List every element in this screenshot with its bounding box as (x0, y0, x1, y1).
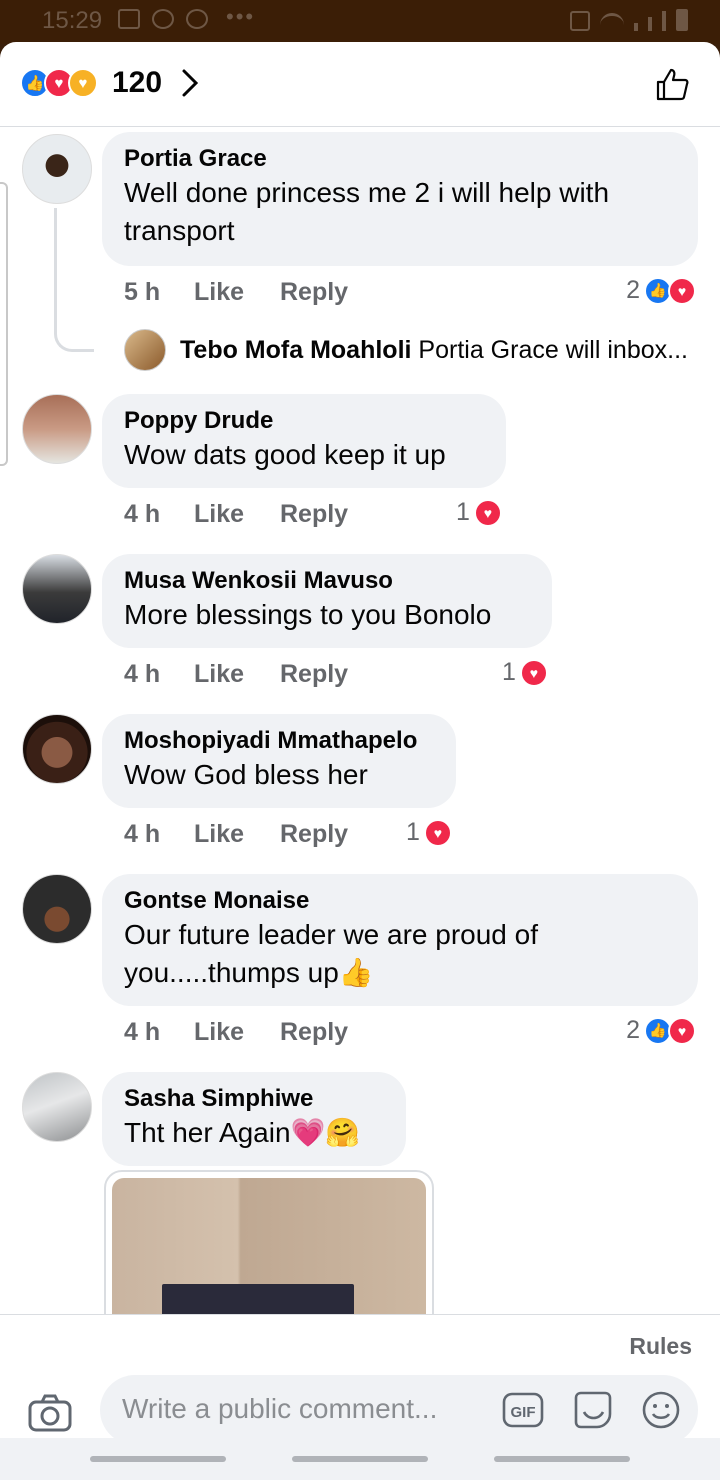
avatar[interactable] (22, 714, 92, 784)
reply-author: Tebo Mofa Moahloli (180, 335, 412, 364)
comment-time: 4 h (124, 820, 161, 848)
scroll-edge (0, 182, 8, 466)
love-reaction-icon: ♥ (519, 658, 548, 687)
nav-back[interactable] (494, 1456, 630, 1462)
reactions-header: 👍 ♥ ♥ 120 (0, 42, 720, 127)
comments-sheet: 👍 ♥ ♥ 120 Portia Grace Well done princes… (0, 42, 720, 1480)
comment-input[interactable]: Write a public comment... GIF (100, 1375, 698, 1445)
love-reaction-icon: ♥ (423, 818, 452, 847)
comment-time: 5 h (124, 278, 161, 306)
gesture-navigation-bar (0, 1438, 720, 1480)
comment-time: 4 h (124, 500, 161, 528)
comment-bubble[interactable]: Poppy Drude Wow dats good keep it up (102, 394, 506, 488)
system-icons (570, 9, 688, 31)
comment-author[interactable]: Moshopiyadi Mmathapelo (124, 726, 436, 756)
reply-thread-line (54, 208, 94, 352)
love-reaction-icon: ♥ (668, 1016, 696, 1045)
comment-actions: 4 h Like Reply (124, 1018, 348, 1047)
comment-bubble[interactable]: Portia Grace Well done princess me 2 i w… (102, 132, 698, 266)
reply-button[interactable]: Reply (280, 820, 348, 849)
reaction-count: 1 (406, 818, 420, 846)
notification-icons (118, 9, 208, 29)
rules-link[interactable]: Rules (629, 1333, 692, 1360)
avatar[interactable] (22, 1072, 92, 1142)
sticker-icon[interactable] (572, 1390, 614, 1430)
reply-button[interactable]: Reply (280, 1018, 348, 1047)
comment-actions: 5 h Like Reply (124, 278, 348, 307)
comment-bubble[interactable]: Musa Wenkosii Mavuso More blessings to y… (102, 554, 552, 648)
comment-text: Well done princess me 2 i will help with… (124, 177, 610, 246)
comment-reactions[interactable]: 1 ♥ (456, 498, 502, 527)
nav-home[interactable] (292, 1456, 428, 1462)
love-reaction-icon: ♥ (473, 498, 502, 527)
reply-button[interactable]: Reply (280, 660, 348, 689)
avatar[interactable] (22, 874, 92, 944)
reaction-count: 2 (626, 1016, 640, 1044)
sync-notification-icon (186, 9, 208, 29)
chevron-right-icon[interactable] (180, 68, 200, 98)
signal-icon (634, 23, 638, 31)
reply-preview[interactable]: Tebo Mofa Moahloli Portia Grace will inb… (124, 328, 688, 372)
like-button[interactable]: Like (194, 820, 280, 849)
emoji-icon[interactable] (640, 1390, 682, 1430)
comment-reactions[interactable]: 1 ♥ (502, 658, 548, 687)
comment-author[interactable]: Portia Grace (124, 144, 678, 174)
reaction-count[interactable]: 120 (112, 66, 162, 100)
comment-text: More blessings to you Bonolo (124, 599, 492, 630)
status-bar: 15:29 ••• (0, 0, 720, 44)
like-button[interactable]: Like (194, 660, 280, 689)
comment-time: 4 h (124, 660, 161, 688)
reaction-count: 1 (456, 498, 470, 526)
mute-icon (570, 11, 590, 31)
comment-author[interactable]: Poppy Drude (124, 406, 486, 436)
comment-author[interactable]: Gontse Monaise (124, 886, 678, 916)
signal-icon (648, 17, 652, 31)
nav-recents[interactable] (90, 1456, 226, 1462)
comment-text: Wow God bless her (124, 759, 368, 790)
comment-text: Wow dats good keep it up (124, 439, 446, 470)
battery-icon (676, 9, 688, 31)
comment-reactions[interactable]: 2 👍 ♥ (626, 1016, 696, 1045)
comment-time: 4 h (124, 1018, 161, 1046)
reaction-count: 1 (502, 658, 516, 686)
reaction-summary[interactable]: 👍 ♥ ♥ (20, 68, 98, 98)
comment-reactions[interactable]: 2 👍 ♥ (626, 276, 696, 305)
avatar[interactable] (22, 394, 92, 464)
like-button[interactable]: Like (194, 278, 280, 307)
comment-author[interactable]: Sasha Simphiwe (124, 1084, 386, 1114)
comment-reactions[interactable]: 1 ♥ (406, 818, 452, 847)
gif-icon[interactable]: GIF (502, 1390, 544, 1430)
comment-bubble[interactable]: Sasha Simphiwe Tht her Again💗🤗 (102, 1072, 406, 1166)
comment-photo[interactable] (104, 1170, 434, 1320)
comment-bubble[interactable]: Gontse Monaise Our future leader we are … (102, 874, 698, 1006)
care-reaction-icon: ♥ (68, 68, 98, 98)
comment-text: Tht her Again💗🤗 (124, 1117, 361, 1148)
reply-button[interactable]: Reply (280, 278, 348, 307)
more-notifications-icon: ••• (226, 4, 256, 29)
reply-text: Portia Grace will inbox... (418, 335, 688, 364)
like-post-icon[interactable] (654, 66, 690, 102)
comment-text: Our future leader we are proud of you...… (124, 919, 539, 988)
comment-actions: 4 h Like Reply (124, 500, 348, 529)
wifi-icon (600, 13, 624, 31)
camera-icon[interactable] (28, 1393, 72, 1433)
comment-actions: 4 h Like Reply (124, 660, 348, 689)
comment-actions: 4 h Like Reply (124, 820, 348, 849)
comment-bubble[interactable]: Moshopiyadi Mmathapelo Wow God bless her (102, 714, 456, 808)
reply-button[interactable]: Reply (280, 500, 348, 529)
gallery-notification-icon (118, 9, 140, 29)
signal-icon (662, 11, 666, 31)
avatar (124, 329, 166, 371)
status-time: 15:29 (42, 7, 103, 34)
avatar[interactable] (22, 554, 92, 624)
like-button[interactable]: Like (194, 1018, 280, 1047)
comment-input-placeholder: Write a public comment... (122, 1393, 438, 1424)
app-notification-icon (152, 9, 174, 29)
love-reaction-icon: ♥ (668, 276, 696, 305)
like-button[interactable]: Like (194, 500, 280, 529)
svg-text:GIF: GIF (511, 1404, 536, 1421)
avatar[interactable] (22, 134, 92, 204)
comment-author[interactable]: Musa Wenkosii Mavuso (124, 566, 532, 596)
reaction-count: 2 (626, 276, 640, 304)
